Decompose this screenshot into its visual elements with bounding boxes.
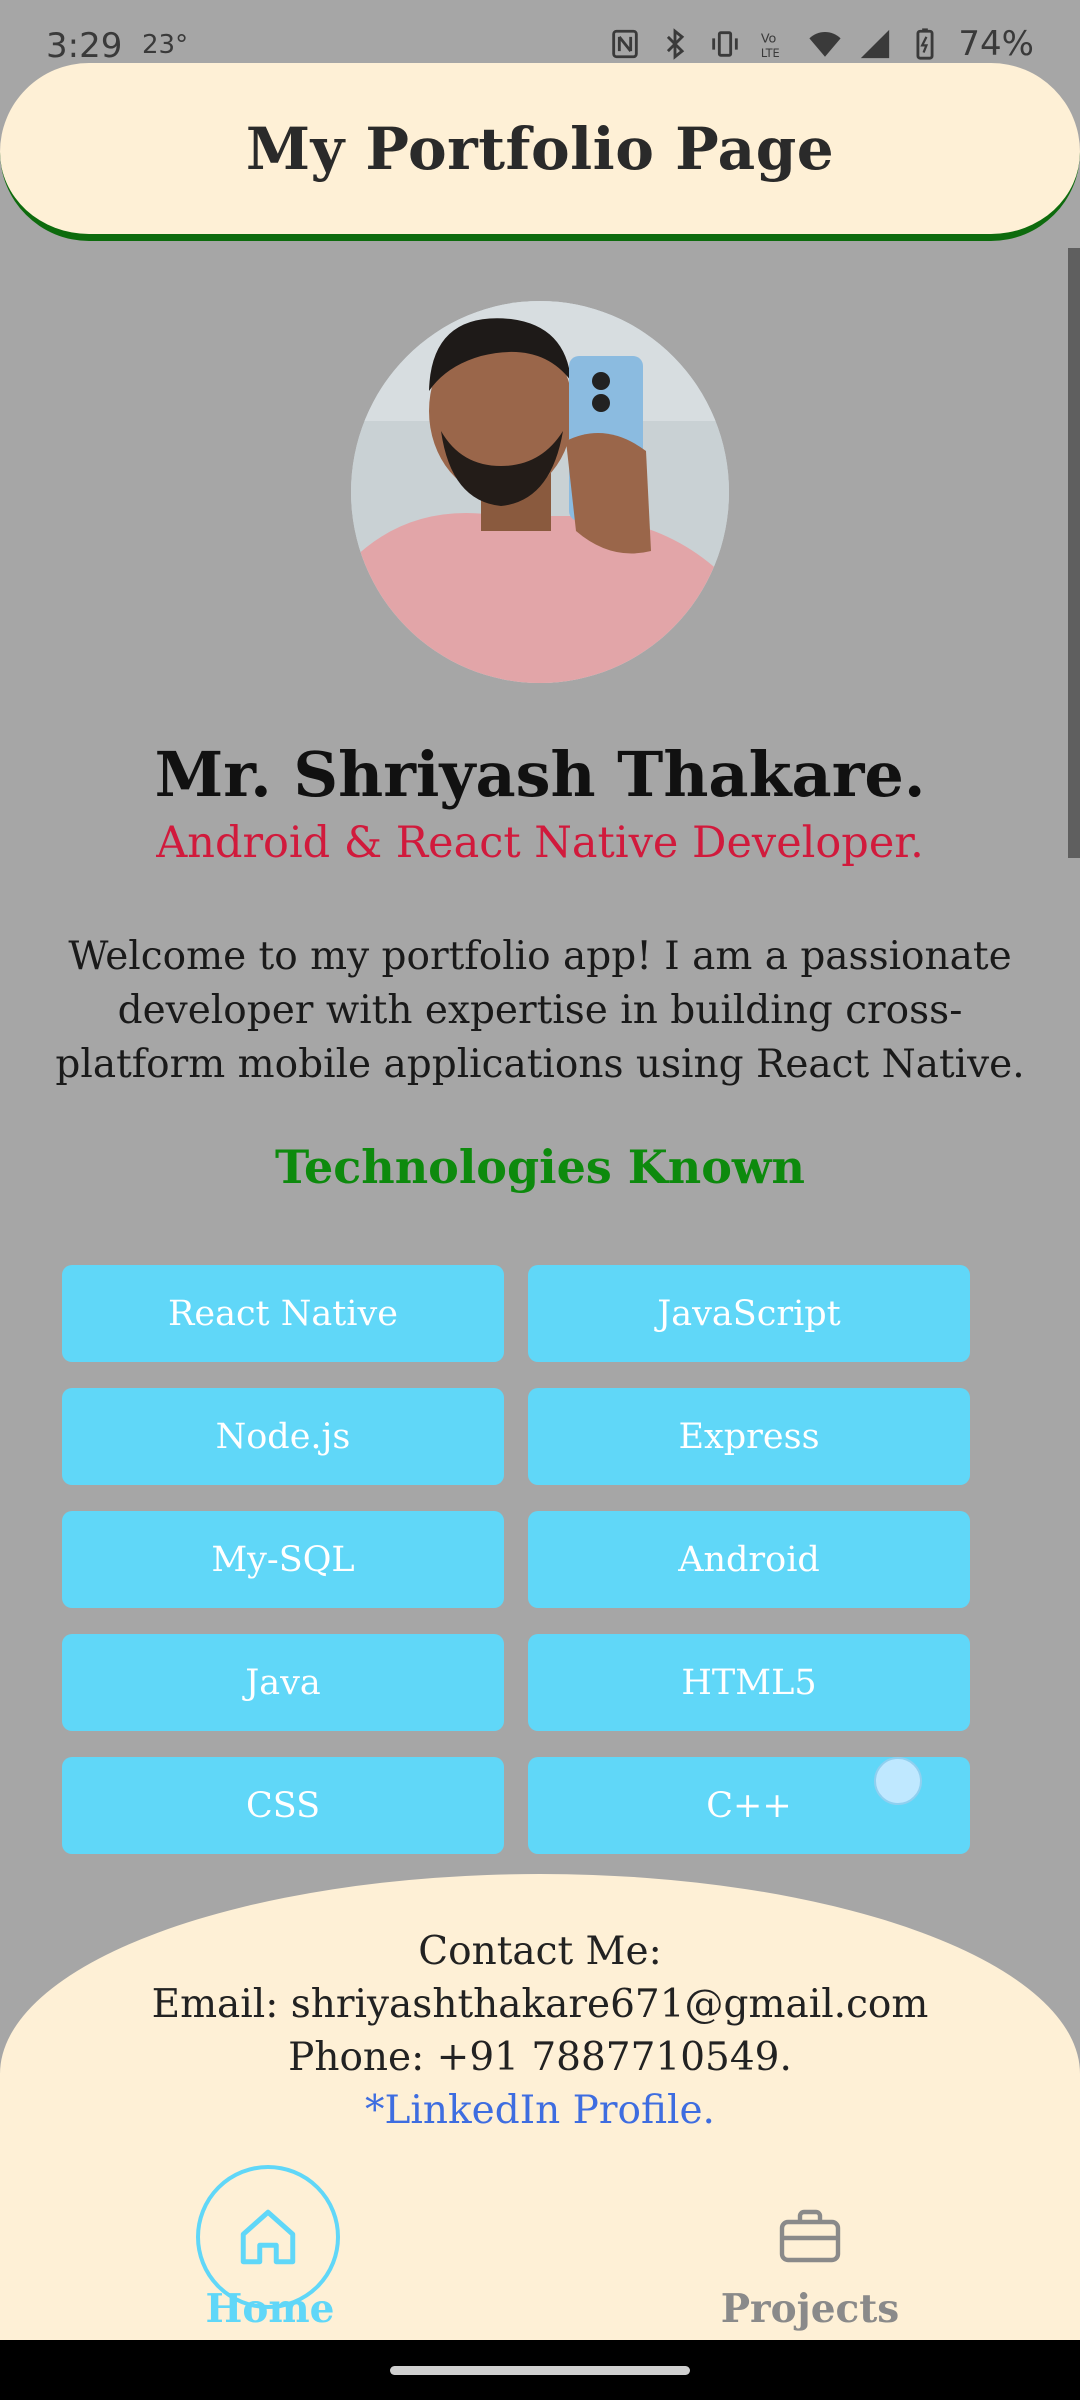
home-icon: [240, 2209, 296, 2265]
profile-avatar: [351, 301, 729, 683]
technologies-heading: Technologies Known: [275, 1140, 805, 1194]
contact-section: Contact Me: Email: shriyashthakare671@gm…: [0, 1925, 1080, 2137]
vibrate-icon: [708, 27, 742, 61]
profile-name: Mr. Shriyash Thakare.: [154, 738, 926, 811]
volte-icon: Vo LTE: [758, 27, 792, 61]
tech-button-javascript[interactable]: JavaScript: [528, 1265, 970, 1362]
status-icons: Vo LTE 74%: [608, 24, 1034, 64]
avatar-image: [351, 301, 729, 683]
technologies-grid: React Native JavaScript Node.js Express …: [62, 1265, 970, 1854]
gesture-home-pill[interactable]: [390, 2366, 690, 2375]
app-header: My Portfolio Page: [0, 63, 1080, 241]
nfc-icon: [608, 27, 642, 61]
nav-home-label[interactable]: Home: [196, 2286, 344, 2332]
status-temperature: 23°: [142, 30, 189, 60]
contact-email[interactable]: Email: shriyashthakare671@gmail.com: [0, 1978, 1080, 2031]
battery-icon: [908, 27, 942, 61]
briefcase-icon[interactable]: [778, 2208, 842, 2264]
tech-button-react-native[interactable]: React Native: [62, 1265, 504, 1362]
tech-button-java[interactable]: Java: [62, 1634, 504, 1731]
tech-button-nodejs[interactable]: Node.js: [62, 1388, 504, 1485]
linkedin-link[interactable]: *LinkedIn Profile.: [0, 2084, 1080, 2137]
profile-role: Android & React Native Developer.: [156, 818, 924, 868]
svg-text:Vo: Vo: [761, 32, 777, 47]
nav-projects-label[interactable]: Projects: [720, 2286, 900, 2332]
signal-icon: [858, 27, 892, 61]
page-title: My Portfolio Page: [245, 114, 835, 183]
touch-indicator: [874, 1757, 922, 1805]
svg-text:LTE: LTE: [761, 46, 780, 60]
wifi-icon: [808, 27, 842, 61]
contact-heading: Contact Me:: [418, 1929, 662, 1974]
tech-button-mysql[interactable]: My-SQL: [62, 1511, 504, 1608]
battery-percentage: 74%: [958, 24, 1034, 64]
bluetooth-icon: [658, 27, 692, 61]
contact-phone[interactable]: Phone: +91 7887710549.: [0, 2031, 1080, 2084]
tech-button-css[interactable]: CSS: [62, 1757, 504, 1854]
tech-button-android[interactable]: Android: [528, 1511, 970, 1608]
status-time: 3:29: [46, 26, 123, 66]
profile-intro: Welcome to my portfolio app! I am a pass…: [55, 934, 1025, 1087]
tech-button-express[interactable]: Express: [528, 1388, 970, 1485]
tech-button-html5[interactable]: HTML5: [528, 1634, 970, 1731]
system-navigation-bar: [0, 2340, 1080, 2400]
